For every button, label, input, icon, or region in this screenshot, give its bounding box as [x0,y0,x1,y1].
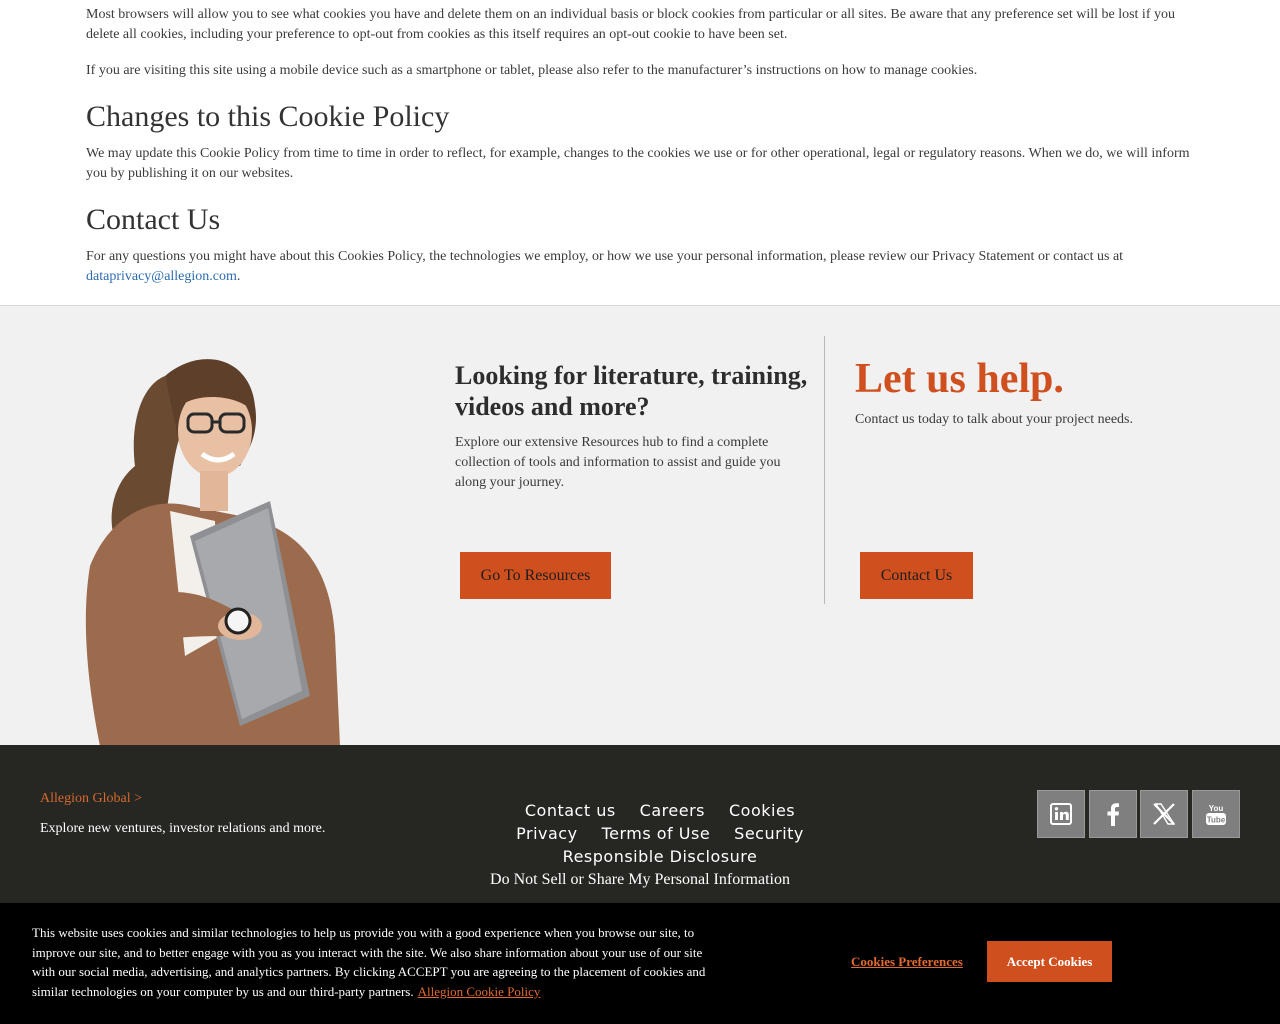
promo-divider [824,336,825,604]
footer-link-privacy[interactable]: Privacy [516,822,577,845]
contact-period: . [236,269,241,284]
x-icon[interactable] [1140,790,1188,838]
heading-changes-policy: Changes to this Cookie Policy [86,100,450,133]
footer-link-cookies[interactable]: Cookies [729,799,795,822]
footer-link-security[interactable]: Security [734,822,804,845]
allegion-global-description: Explore new ventures, investor relations… [40,821,326,836]
svg-text:You: You [1209,804,1224,813]
cookie-banner-text: This website uses cookies and similar te… [32,923,712,1001]
contact-us-button[interactable]: Contact Us [860,552,973,599]
allegion-global-link[interactable]: Allegion Global > [40,791,142,807]
resources-title: Looking for literature, training, videos… [455,361,808,421]
cookie-notice-text: This website uses cookies and similar te… [32,925,706,999]
footer-link-terms-of-use[interactable]: Terms of Use [602,822,711,845]
help-description: Contact us today to talk about your proj… [855,412,1133,427]
cookie-policy-link[interactable]: Allegion Cookie Policy [418,984,541,999]
cookie-consent-banner: This website uses cookies and similar te… [0,903,1280,1024]
data-privacy-email-link[interactable]: dataprivacy@allegion.com [86,269,237,284]
do-not-sell-link[interactable]: Do Not Sell or Share My Personal Informa… [440,871,840,889]
accept-cookies-button[interactable]: Accept Cookies [987,941,1112,982]
paragraph-browser-cookies: Most browsers will allow you to see what… [86,7,1175,42]
resources-description: Explore our extensive Resources hub to f… [455,435,781,490]
go-to-resources-button[interactable]: Go To Resources [460,552,611,599]
paragraph-contact: For any questions you might have about t… [86,247,1126,287]
footer-link-careers[interactable]: Careers [640,799,705,822]
linkedin-icon[interactable] [1037,790,1085,838]
contact-text: For any questions you might have about t… [86,249,1124,264]
paragraph-mobile-devices: If you are visiting this site using a mo… [86,63,978,78]
cookies-preferences-link[interactable]: Cookies Preferences [851,954,963,970]
paragraph-policy-updates: We may update this Cookie Policy from ti… [86,146,1190,181]
let-us-help-title: Let us help. [855,356,1064,402]
footer-links: Contact us Careers Cookies Privacy Terms… [490,799,830,868]
youtube-icon[interactable]: You Tube [1192,790,1240,838]
svg-text:Tube: Tube [1207,816,1226,825]
footer-link-contact-us[interactable]: Contact us [525,799,616,822]
woman-with-laptop-image [85,359,340,746]
heading-contact-us: Contact Us [86,203,221,236]
facebook-icon[interactable] [1089,790,1137,838]
footer-link-responsible-disclosure[interactable]: Responsible Disclosure [563,845,758,868]
resources-promo-section: Looking for literature, training, videos… [0,305,1280,746]
